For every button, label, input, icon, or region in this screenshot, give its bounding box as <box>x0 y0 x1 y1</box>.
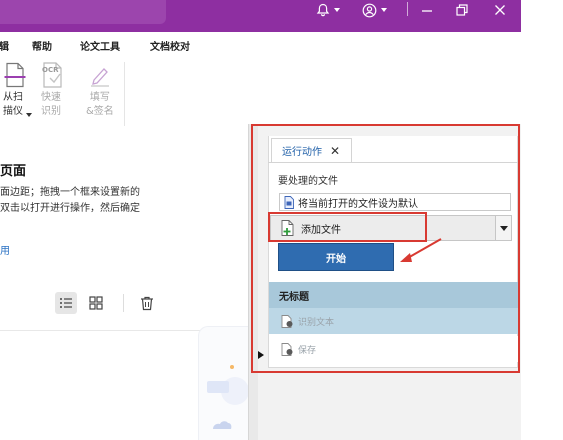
chevron-down-icon <box>499 225 508 231</box>
list-view-button[interactable] <box>55 292 77 314</box>
menu-proofread[interactable]: 文档校对 <box>150 38 190 53</box>
expand-panel-icon[interactable] <box>258 351 264 359</box>
title-bar <box>0 0 521 32</box>
section-description-line-2: 双击以打开进行操作，然后确定 <box>0 203 140 214</box>
scanner-icon <box>4 62 26 88</box>
start-button[interactable]: 开始 <box>278 243 394 271</box>
chevron-down-icon <box>381 8 387 12</box>
add-file-dropdown[interactable] <box>495 215 512 241</box>
annotation-arrow-icon <box>400 238 442 262</box>
section-title: 页面 <box>0 164 27 179</box>
menu-bar: 辑 帮助 论文工具 文档校对 <box>0 32 521 56</box>
action-step-save[interactable]: 保存 <box>269 336 519 362</box>
tab-run-action-label: 运行动作 <box>282 147 322 158</box>
restore-button[interactable] <box>455 0 469 20</box>
minimize-icon <box>422 10 432 12</box>
list-icon <box>60 298 72 308</box>
add-file-button[interactable]: 添加文件 <box>270 215 511 241</box>
restore-icon <box>456 4 468 16</box>
grid-view-button[interactable] <box>85 292 107 314</box>
chevron-down-icon <box>334 8 340 12</box>
ocr-icon-text: OCR <box>42 66 59 74</box>
pen-sign-icon <box>91 68 109 87</box>
save-icon <box>281 342 293 356</box>
grid-icon <box>89 296 103 310</box>
action-sequence-title-label: 无标题 <box>279 291 309 303</box>
add-file-icon <box>281 220 294 236</box>
close-icon[interactable]: ✕ <box>330 144 340 158</box>
account-button[interactable] <box>362 0 387 20</box>
ribbon: 从扫 描仪 OCR 快速 识别 填写 &签名 <box>0 56 521 134</box>
trash-icon <box>141 296 153 310</box>
tab-run-action[interactable]: 运行动作 ✕ <box>271 138 352 162</box>
toolbar-separator <box>123 294 124 312</box>
chevron-down-icon <box>26 113 32 117</box>
decorative-illustration <box>198 326 250 440</box>
close-icon <box>495 5 505 15</box>
notifications-button[interactable] <box>316 0 340 20</box>
section-description-line-1: 面边距；拖拽一个框来设置新的 <box>0 187 140 198</box>
delete-button[interactable] <box>136 292 158 314</box>
document-tab[interactable] <box>0 0 166 24</box>
minimize-button[interactable] <box>420 0 434 20</box>
bell-icon <box>316 3 330 17</box>
panel-splitter[interactable] <box>248 124 258 440</box>
menu-edit[interactable]: 辑 <box>0 38 9 53</box>
apply-link[interactable]: 用 <box>0 242 10 257</box>
action-sequence-title[interactable]: 无标题 <box>269 282 519 308</box>
document-icon <box>284 195 294 209</box>
action-step-ocr[interactable]: 识别文本 <box>269 308 519 334</box>
title-separator <box>407 2 408 16</box>
default-file-label: 将当前打开的文件设为默认 <box>298 198 418 210</box>
action-step-save-label: 保存 <box>298 345 317 356</box>
menu-paper-tools[interactable]: 论文工具 <box>80 38 120 53</box>
from-scanner-label: 从扫 描仪 <box>3 92 23 117</box>
menu-help[interactable]: 帮助 <box>32 38 52 53</box>
add-file-label: 添加文件 <box>301 224 341 236</box>
close-window-button[interactable] <box>493 0 507 20</box>
files-to-process-label: 要处理的文件 <box>278 176 338 187</box>
recognize-text-icon <box>281 314 293 328</box>
default-file-option[interactable]: 将当前打开的文件设为默认 <box>279 193 511 211</box>
tab-underline <box>268 162 518 163</box>
fill-sign-label: 填写 &签名 <box>86 92 114 117</box>
user-icon <box>362 3 377 17</box>
action-step-ocr-label: 识别文本 <box>298 317 335 328</box>
ribbon-separator <box>124 62 125 126</box>
quick-ocr-label: 快速 识别 <box>41 92 61 117</box>
illustration-icon <box>207 365 249 429</box>
